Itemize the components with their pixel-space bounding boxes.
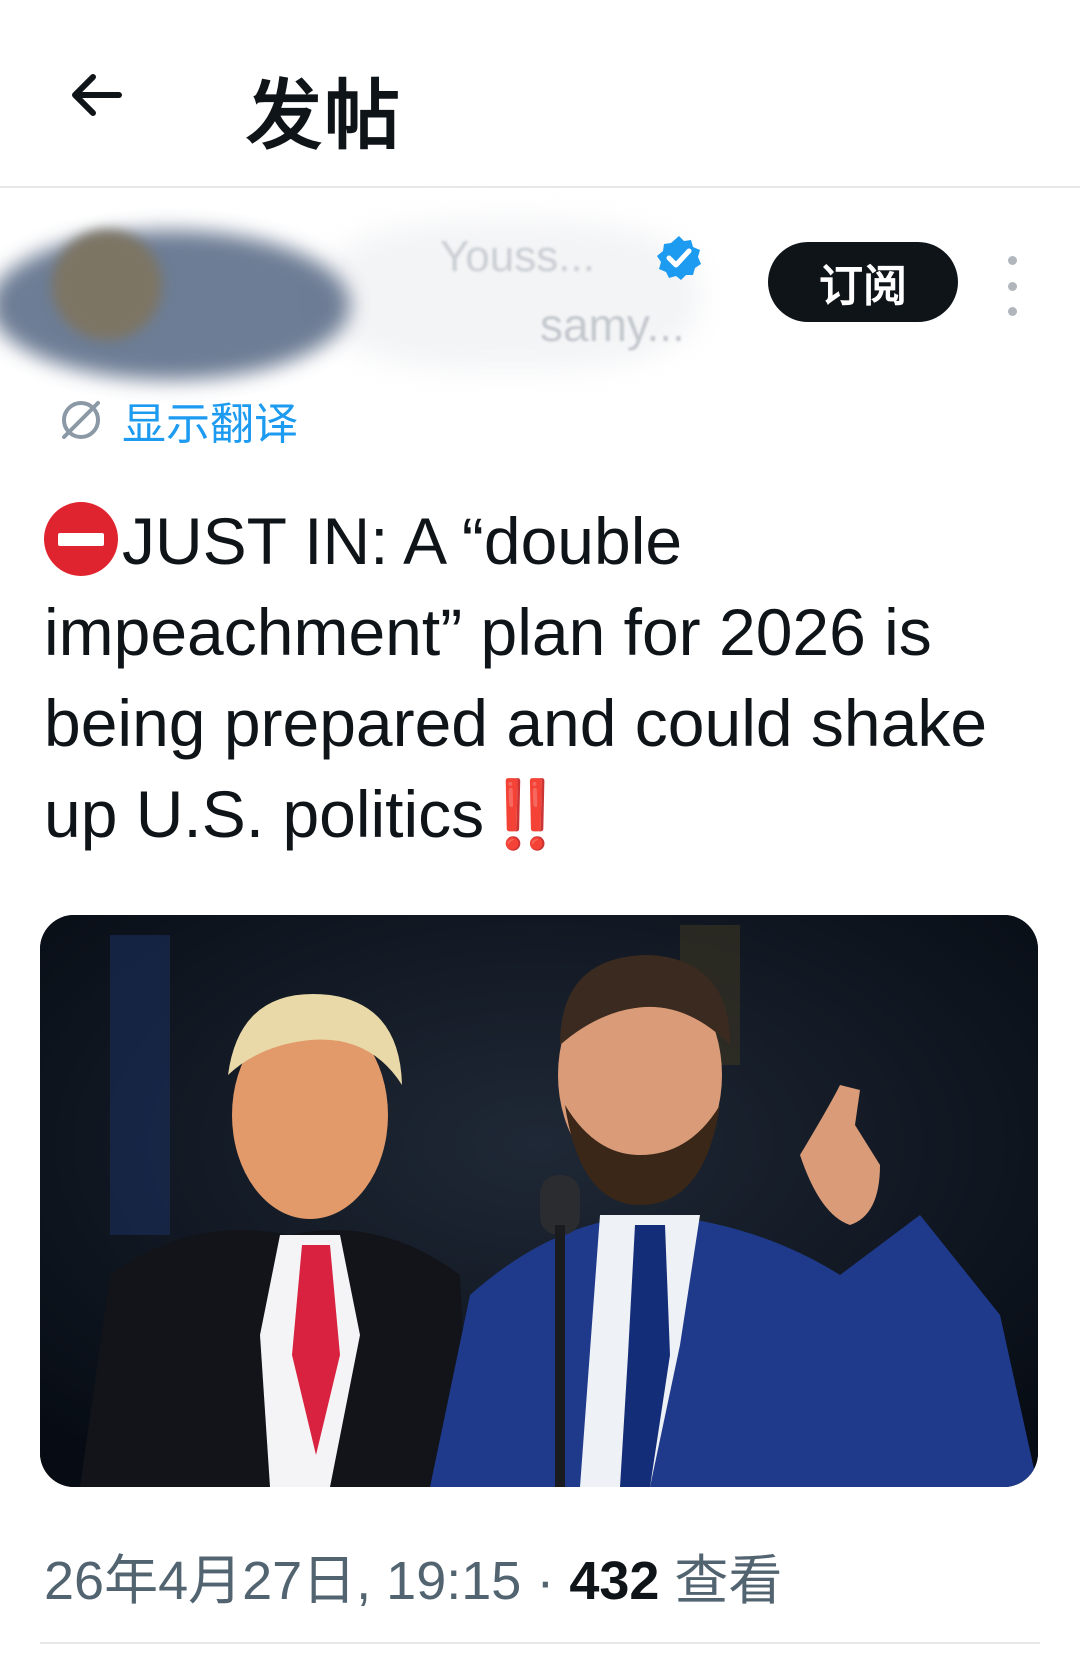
vertical-ellipsis-dot	[1007, 281, 1017, 291]
divider	[40, 1642, 1040, 1644]
show-translation-label: 显示翻译	[122, 400, 298, 449]
tweet-text: JUST IN: A “double impeachment” plan for…	[44, 496, 1044, 860]
show-translation-link[interactable]: 显示翻译	[58, 390, 298, 450]
arrow-left-icon	[72, 74, 122, 116]
author-handle[interactable]: samy...	[540, 298, 685, 352]
globe-icon	[62, 401, 100, 439]
avatar[interactable]	[52, 230, 162, 340]
top-bar: 发帖	[0, 0, 1080, 188]
redaction-blur	[0, 230, 350, 380]
views-count[interactable]: 432	[569, 1551, 659, 1611]
more-options-button[interactable]	[992, 256, 1032, 316]
page-title: 发帖	[246, 74, 402, 159]
double-exclamation-emoji: ‼️	[484, 777, 566, 851]
verified-badge-icon	[657, 236, 701, 280]
vertical-ellipsis-dot	[1007, 307, 1017, 316]
meta-separator: ·	[521, 1551, 570, 1611]
no-entry-emoji-icon	[44, 502, 118, 576]
tweet-meta: 26年4月27日, 19:15 · 432 查看	[44, 1536, 782, 1615]
views-label: 查看	[659, 1551, 783, 1611]
photo-illustration	[40, 915, 1038, 1487]
vertical-ellipsis-icon	[1007, 256, 1017, 265]
back-button[interactable]	[62, 62, 128, 128]
tweet-photo[interactable]	[40, 915, 1038, 1487]
author-display-name[interactable]: Youss...	[440, 232, 595, 282]
tweet-timestamp[interactable]: 26年4月27日, 19:15	[44, 1551, 521, 1611]
subscribe-button[interactable]: 订阅	[768, 242, 958, 322]
